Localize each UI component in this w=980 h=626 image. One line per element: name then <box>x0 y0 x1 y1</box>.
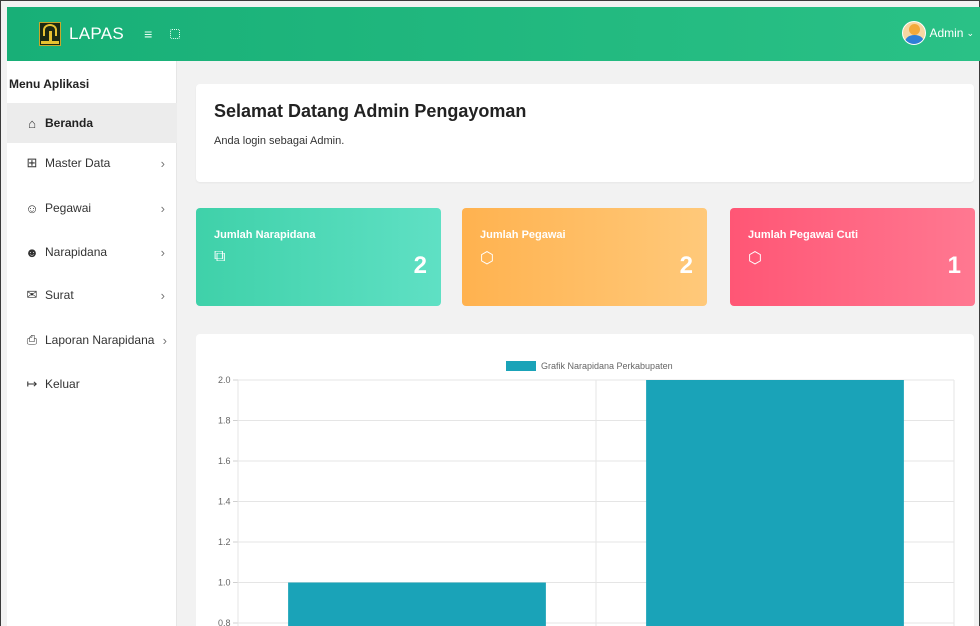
sidebar-item-label: Surat <box>45 288 74 302</box>
user-name[interactable]: Admin <box>929 26 963 40</box>
brand-name[interactable]: LAPAS <box>69 24 124 44</box>
sidebar-item-surat[interactable]: ✉ Surat › <box>7 275 177 315</box>
bar <box>288 582 546 626</box>
y-tick-label: 1.2 <box>218 537 231 547</box>
user-menu[interactable]: Admin ⌄ <box>902 21 974 45</box>
login-info: Anda login sebagai Admin. <box>214 135 345 147</box>
logout-icon: ↦ <box>26 376 38 391</box>
y-tick-label: 2.0 <box>218 375 231 385</box>
sidebar-item-label: Beranda <box>45 116 94 130</box>
y-tick-label: 1.4 <box>218 497 231 507</box>
sidebar-item-label: Master Data <box>45 156 111 170</box>
box-icon: ⬡ <box>748 250 762 267</box>
sidebar-item-label: Narapidana <box>45 245 108 259</box>
sidebar-item-laporan-narapidana[interactable]: ⎙ Laporan Narapidana › <box>7 320 177 360</box>
box-icon: ⬡ <box>480 250 494 267</box>
user-plus-icon: ☻ <box>25 244 39 260</box>
stat-value: 1 <box>947 252 961 279</box>
chevron-right-icon: › <box>160 155 165 171</box>
chevron-right-icon: › <box>162 332 167 348</box>
legend-swatch <box>506 361 536 371</box>
stat-title: Jumlah Narapidana <box>214 229 316 241</box>
stat-card-pegawai: Jumlah Pegawai ⬡ 2 <box>462 208 707 306</box>
y-tick-label: 0.8 <box>218 618 231 626</box>
sidebar-item-pegawai[interactable]: ☺ Pegawai › <box>7 188 177 228</box>
chevron-right-icon: › <box>160 200 165 216</box>
y-tick-label: 1.0 <box>218 578 231 588</box>
sidebar-item-label: Laporan Narapidana <box>45 333 155 347</box>
users-icon: ☺ <box>25 200 39 216</box>
sidebar-toggle-icon[interactable]: ≡ <box>144 26 152 42</box>
sidebar-item-narapidana[interactable]: ☻ Narapidana › <box>7 232 177 272</box>
printer-icon: ⎙ <box>26 332 38 347</box>
stat-card-narapidana: Jumlah Narapidana ⧉ 2 <box>196 208 441 306</box>
legend-label: Grafik Narapidana Perkabupaten <box>541 361 673 371</box>
avatar[interactable] <box>902 21 927 45</box>
grid-icon: ⊞ <box>26 155 38 170</box>
stat-card-pegawai-cuti: Jumlah Pegawai Cuti ⬡ 1 <box>730 208 975 306</box>
bar-chart: Grafik Narapidana Perkabupaten 2.0 1.8 1.6 1… <box>218 361 955 626</box>
chart-card: Grafik Narapidana Perkabupaten 2.0 1.8 1.6 1… <box>196 334 974 626</box>
page-title: Selamat Datang Admin Pengayoman <box>214 101 527 121</box>
home-icon: ⌂ <box>28 115 36 131</box>
stat-title: Jumlah Pegawai <box>480 229 566 241</box>
external-link-icon: ⧉ <box>214 248 226 265</box>
welcome-card: Selamat Datang Admin Pengayoman Anda log… <box>196 84 974 182</box>
chevron-down-icon[interactable]: ⌄ <box>966 28 974 39</box>
y-tick-label: 1.6 <box>218 456 231 466</box>
menu-title: Menu Aplikasi <box>9 77 90 91</box>
sidebar: Menu Aplikasi ⌂ Beranda ⊞ Master Data › … <box>7 61 177 626</box>
stat-value: 2 <box>413 252 427 279</box>
sidebar-item-master-data[interactable]: ⊞ Master Data › <box>7 143 177 183</box>
chevron-right-icon: › <box>160 244 165 260</box>
bar <box>646 380 904 626</box>
chevron-right-icon: › <box>160 287 165 303</box>
top-navbar: LAPAS ≡ Admin ⌄ <box>7 7 980 61</box>
sidebar-item-label: Pegawai <box>45 201 92 215</box>
mail-icon: ✉ <box>26 287 38 302</box>
stat-title: Jumlah Pegawai Cuti <box>748 229 859 241</box>
pengayoman-logo <box>39 22 61 46</box>
sidebar-item-beranda[interactable]: ⌂ Beranda <box>7 103 177 143</box>
fullscreen-icon[interactable] <box>170 29 181 39</box>
stat-value: 2 <box>679 252 693 279</box>
sidebar-item-label: Keluar <box>45 377 80 391</box>
sidebar-item-keluar[interactable]: ↦ Keluar <box>7 364 177 404</box>
y-tick-label: 1.8 <box>218 416 231 426</box>
